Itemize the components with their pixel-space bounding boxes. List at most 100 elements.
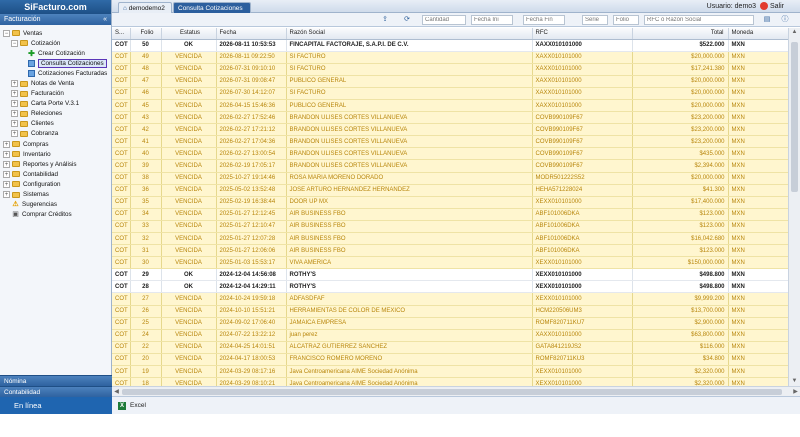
- sidebar-header[interactable]: Facturación «: [0, 14, 111, 25]
- sidebar-item[interactable]: Consulta Cotizaciones: [0, 58, 111, 68]
- table-row[interactable]: COT 19 VENCIDA 2024-03-29 08:17:16 Java Cent…: [112, 365, 788, 379]
- sidebar-item[interactable]: + Releciones: [0, 109, 111, 119]
- tab-home[interactable]: ⌂ demodemo2: [118, 2, 172, 13]
- table-row[interactable]: COT 25 VENCIDA 2024-09-02 17:06:40 JAMAICA E…: [112, 317, 788, 330]
- table-row[interactable]: COT 40 VENCIDA 2026-02-27 13:00:54 BRANDON U…: [112, 147, 788, 161]
- horizontal-scroll-thumb[interactable]: [122, 389, 782, 395]
- sidebar-tab-nomina[interactable]: Nómina: [0, 375, 112, 386]
- scroll-up-icon[interactable]: ▲: [789, 28, 800, 37]
- table-row[interactable]: COT 26 VENCIDA 2024-10-10 15:51:21 HERRAMIEN…: [112, 305, 788, 318]
- column-header[interactable]: Razón Social: [286, 28, 533, 40]
- logout-link[interactable]: Salir: [770, 3, 784, 10]
- table-row[interactable]: COT 50 OK 2026-08-11 10:53:53 FINCAPITAL FAC…: [112, 39, 788, 52]
- horizontal-scrollbar[interactable]: ◀ ▶: [112, 386, 800, 396]
- sidebar-item-label: Sistemas: [23, 191, 49, 199]
- expand-icon[interactable]: +: [11, 100, 18, 108]
- sidebar-item[interactable]: + Facturación: [0, 89, 111, 99]
- logout-icon[interactable]: [760, 2, 769, 11]
- table-cell: $20,000.000: [632, 172, 729, 185]
- sidebar-tab-contabilidad[interactable]: Contabilidad: [0, 386, 112, 397]
- table-row[interactable]: COT 41 VENCIDA 2026-02-27 17:04:36 BRANDON U…: [112, 135, 788, 149]
- table-row[interactable]: COT 34 VENCIDA 2025-01-27 12:12:45 AIR BUSIN…: [112, 208, 788, 221]
- sidebar-item[interactable]: + Configuration: [0, 179, 111, 189]
- excel-button[interactable]: X Excel: [118, 401, 146, 411]
- table-row[interactable]: COT 43 VENCIDA 2026-02-27 17:52:46 BRANDON U…: [112, 111, 788, 125]
- sidebar-item[interactable]: − Cotización: [0, 38, 111, 48]
- expand-icon[interactable]: +: [3, 170, 10, 178]
- expand-icon[interactable]: +: [3, 180, 10, 188]
- table-row[interactable]: COT 49 VENCIDA 2026-08-11 09:22:50 SI FACTUR…: [112, 51, 788, 64]
- sidebar-item[interactable]: − Ventas: [0, 28, 111, 38]
- table-row[interactable]: COT 38 VENCIDA 2025-10-27 19:14:46 ROSA MARI…: [112, 172, 788, 185]
- expand-icon[interactable]: +: [3, 140, 10, 148]
- column-header[interactable]: RFC: [532, 28, 633, 40]
- table-row[interactable]: COT 42 VENCIDA 2026-02-27 17:21:12 BRANDON U…: [112, 123, 788, 137]
- table-cell: VENCIDA: [161, 232, 217, 246]
- fecha-fin-input[interactable]: [523, 15, 565, 25]
- vertical-scrollbar[interactable]: ▲ ▼: [788, 28, 800, 386]
- sidebar-item[interactable]: + Cobranza: [0, 129, 111, 139]
- sidebar-item[interactable]: ▣ Comprar Créditos: [0, 210, 111, 220]
- table-row[interactable]: COT 39 VENCIDA 2026-02-19 17:05:17 BRANDON U…: [112, 159, 788, 173]
- expand-icon[interactable]: +: [11, 110, 18, 118]
- column-header[interactable]: Estatus: [161, 28, 217, 40]
- table-row[interactable]: COT 35 VENCIDA 2025-02-19 16:38:44 DOOR UP M…: [112, 196, 788, 209]
- table-cell: AIR BUSINESS FBO: [286, 244, 533, 258]
- rfc-search-input[interactable]: [644, 15, 754, 25]
- expand-icon[interactable]: +: [3, 150, 10, 158]
- table-row[interactable]: COT 30 VENCIDA 2025-01-03 15:53:17 VIVA AMER…: [112, 256, 788, 270]
- expand-icon[interactable]: +: [3, 160, 10, 168]
- sidebar-item[interactable]: + Compras: [0, 139, 111, 149]
- table-row[interactable]: COT 24 VENCIDA 2024-07-22 13:22:12 juan pere…: [112, 329, 788, 342]
- column-header[interactable]: S...: [112, 28, 131, 40]
- column-header[interactable]: Fecha: [216, 28, 287, 40]
- table-row[interactable]: COT 22 VENCIDA 2024-04-25 14:01:51 ALCATRAZ …: [112, 341, 788, 354]
- sidebar-item[interactable]: + Clientes: [0, 119, 111, 129]
- sidebar-item[interactable]: ✚ Crear Cotización: [0, 48, 111, 58]
- cantidad-input[interactable]: [422, 15, 466, 25]
- table-row[interactable]: COT 47 VENCIDA 2026-07-31 09:08:47 PUBLICO G…: [112, 75, 788, 88]
- collapse-icon[interactable]: −: [3, 29, 10, 37]
- table-row[interactable]: COT 31 VENCIDA 2025-01-27 12:06:06 AIR BUSIN…: [112, 244, 788, 258]
- table-row[interactable]: COT 48 VENCIDA 2026-07-31 09:10:10 SI FACTUR…: [112, 63, 788, 76]
- sidebar-item[interactable]: Cotizaciones Facturadas: [0, 68, 111, 78]
- export-icon[interactable]: ⇪: [380, 15, 390, 25]
- vertical-scroll-thumb[interactable]: [791, 42, 798, 192]
- column-header[interactable]: Folio: [130, 28, 162, 40]
- sidebar-item[interactable]: + Inventario: [0, 149, 111, 159]
- table-row[interactable]: COT 18 VENCIDA 2024-03-29 08:10:21 Java Cent…: [112, 377, 788, 386]
- table-row[interactable]: COT 29 OK 2024-12-04 14:56:08 ROTHY'S XEXX010…: [112, 268, 788, 282]
- fecha-ini-input[interactable]: [471, 15, 513, 25]
- column-header[interactable]: Moneda: [728, 28, 788, 40]
- sidebar-item[interactable]: + Notas de Venta: [0, 78, 111, 88]
- serie-input[interactable]: [582, 15, 608, 25]
- folio-input[interactable]: [613, 15, 639, 25]
- sidebar-item[interactable]: + Reportes y Análisis: [0, 159, 111, 169]
- tab-consulta-cotizaciones[interactable]: Consulta Cotizaciones: [173, 2, 251, 13]
- sidebar-item[interactable]: + Carta Porte V.3.1: [0, 99, 111, 109]
- table-row[interactable]: COT 33 VENCIDA 2025-01-27 12:10:47 AIR BUSIN…: [112, 220, 788, 234]
- collapse-icon[interactable]: «: [103, 14, 107, 25]
- sidebar-item[interactable]: ⚠ Sugerencias: [0, 200, 111, 210]
- expand-icon[interactable]: +: [11, 90, 18, 98]
- expand-icon[interactable]: +: [3, 191, 10, 199]
- info-icon[interactable]: ⓘ: [780, 15, 790, 25]
- scroll-down-icon[interactable]: ▼: [789, 377, 800, 386]
- table-row[interactable]: COT 36 VENCIDA 2025-05-02 13:52:48 JOSE ARTU…: [112, 184, 788, 197]
- expand-icon[interactable]: +: [11, 80, 18, 88]
- collapse-icon[interactable]: −: [11, 39, 18, 47]
- table-row[interactable]: COT 20 VENCIDA 2024-04-17 18:00:53 FRANCISCO…: [112, 353, 788, 367]
- sidebar-item[interactable]: + Contabilidad: [0, 169, 111, 179]
- refresh-icon[interactable]: ⟳: [402, 15, 412, 25]
- table-row[interactable]: COT 27 VENCIDA 2024-10-24 19:59:18 ADFASDFAF…: [112, 292, 788, 306]
- table-cell: 39: [130, 159, 162, 173]
- column-header[interactable]: Total: [632, 28, 729, 40]
- table-row[interactable]: COT 28 OK 2024-12-04 14:29:11 ROTHY'S XEXX010…: [112, 280, 788, 294]
- sidebar-item[interactable]: + Sistemas: [0, 190, 111, 200]
- print-icon[interactable]: ▤: [762, 15, 772, 25]
- table-row[interactable]: COT 46 VENCIDA 2026-07-30 14:12:07 SI FACTUR…: [112, 87, 788, 100]
- table-row[interactable]: COT 32 VENCIDA 2025-01-27 12:07:28 AIR BUSIN…: [112, 232, 788, 246]
- expand-icon[interactable]: +: [11, 120, 18, 128]
- table-row[interactable]: COT 45 VENCIDA 2026-04-15 15:46:36 PUBLICO G…: [112, 99, 788, 113]
- expand-icon[interactable]: +: [11, 130, 18, 138]
